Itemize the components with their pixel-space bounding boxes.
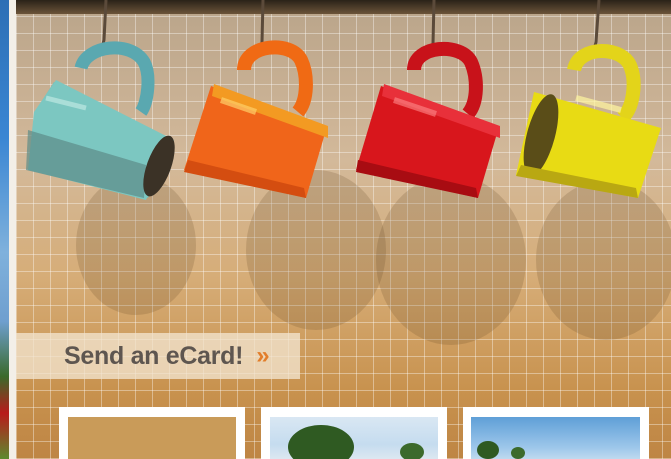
send-ecard-label: Send an eCard!: [64, 341, 244, 370]
hero-image: Send an eCard! »: [16, 0, 671, 459]
tree-icon: [400, 443, 424, 459]
tree-icon: [511, 447, 525, 459]
ecard-thumbnail-2[interactable]: [261, 407, 447, 459]
tree-icon: [477, 441, 499, 459]
ecard-thumbnail-3[interactable]: [463, 407, 649, 459]
slide-gap: [9, 0, 16, 459]
mugs-illustration: [26, 0, 671, 345]
hook-icons: [93, 0, 601, 60]
sky-landscape-image: [471, 417, 640, 459]
mug-shadows: [76, 170, 671, 345]
mug-yellow-icon: [516, 44, 661, 198]
ecard-thumbnail-1[interactable]: [59, 407, 245, 459]
tree-landscape-image: [270, 417, 438, 459]
tree-icon: [288, 425, 354, 459]
previous-slide-peek: [0, 0, 9, 459]
mug-orange-icon: [184, 40, 328, 198]
mug-red-icon: [356, 41, 500, 198]
mug-turquoise-icon: [26, 41, 175, 200]
thumbnail-image: [68, 417, 236, 459]
send-ecard-button[interactable]: Send an eCard! »: [16, 333, 300, 379]
double-chevron-right-icon: »: [256, 342, 270, 369]
left-edge-strip: [0, 0, 16, 459]
